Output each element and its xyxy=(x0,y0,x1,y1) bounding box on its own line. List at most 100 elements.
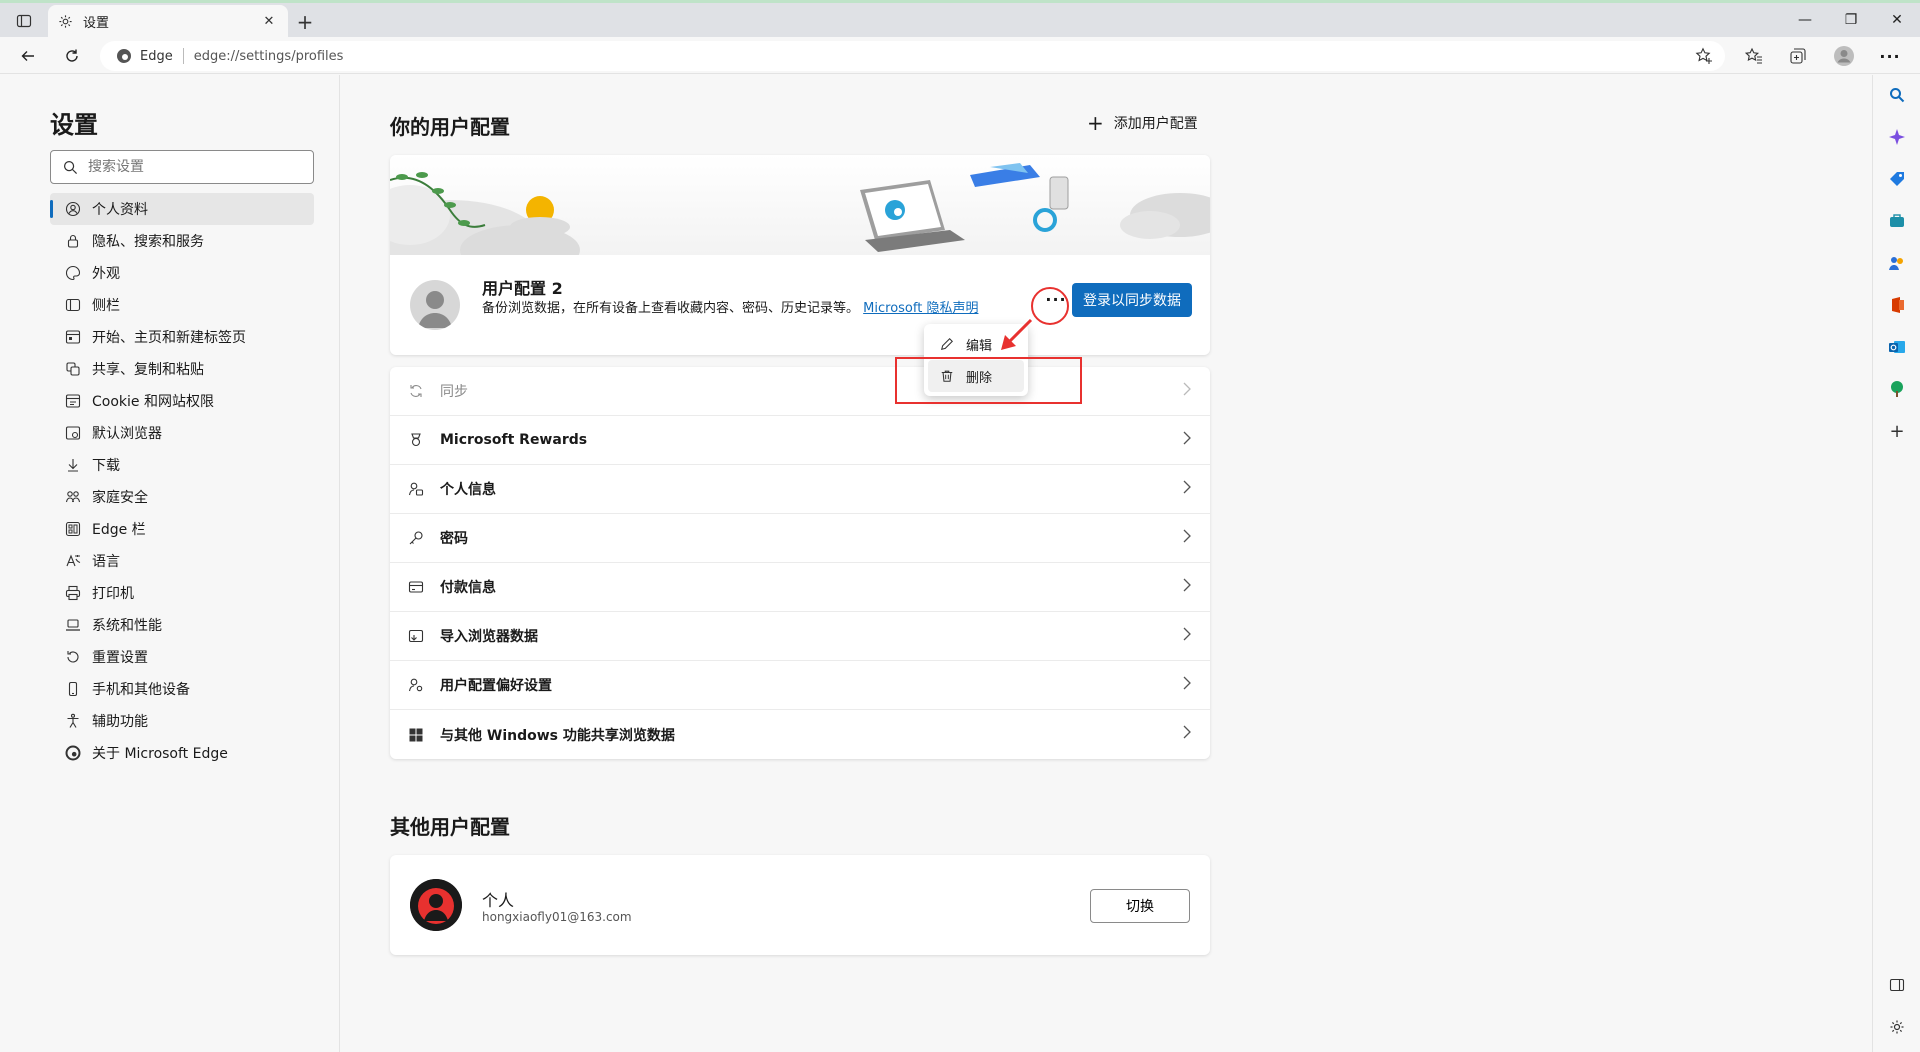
chevron-right-icon xyxy=(1182,676,1192,694)
tab-settings[interactable]: 设置 ✕ xyxy=(48,5,288,37)
sidebar-item-label: Edge 栏 xyxy=(92,522,146,538)
sidebar-settings-gear-icon[interactable] xyxy=(1887,1017,1907,1037)
sidebar-icon xyxy=(64,296,82,314)
settings-list-row[interactable]: 个人信息 xyxy=(390,465,1210,514)
sidebar-item[interactable]: 手机和其他设备 xyxy=(50,673,314,705)
add-favorite-icon[interactable] xyxy=(1695,47,1713,69)
sidebar-search-icon[interactable] xyxy=(1887,85,1907,105)
tree-icon[interactable] xyxy=(1887,379,1907,399)
refresh-icon xyxy=(66,49,78,62)
collections-button[interactable] xyxy=(1784,42,1812,70)
sidebar-item[interactable]: 家庭安全 xyxy=(50,481,314,513)
your-profiles-title: 你的用户配置 xyxy=(390,115,510,139)
profile-icon xyxy=(64,200,82,218)
sidebar-item[interactable]: 辅助功能 xyxy=(50,705,314,737)
sidebar-item[interactable]: 个人资料 xyxy=(50,193,314,225)
settings-row-label: 密码 xyxy=(440,531,468,547)
personal-info-icon xyxy=(406,479,426,499)
settings-more-button[interactable]: ··· xyxy=(1876,42,1904,70)
plus-icon: + xyxy=(1087,111,1104,135)
settings-list-row[interactable]: Microsoft Rewards xyxy=(390,416,1210,465)
sidebar-item-label: 系统和性能 xyxy=(92,618,162,634)
edge-logo-icon xyxy=(64,744,82,762)
accessibility-icon xyxy=(64,712,82,730)
minimize-icon[interactable]: — xyxy=(1782,3,1828,37)
back-button[interactable] xyxy=(14,42,42,70)
url-text: edge://settings/profiles xyxy=(193,48,344,64)
privacy-statement-link[interactable]: Microsoft 隐私声明 xyxy=(863,301,978,316)
home-grid-icon xyxy=(64,328,82,346)
sign-in-sync-button[interactable]: 登录以同步数据 xyxy=(1072,283,1192,317)
sidebar-item[interactable]: Edge 栏 xyxy=(50,513,314,545)
new-tab-button[interactable]: + xyxy=(292,9,318,35)
sidebar-item[interactable]: 开始、主页和新建标签页 xyxy=(50,321,314,353)
family-icon xyxy=(64,488,82,506)
laptop-icon xyxy=(64,616,82,634)
games-people-icon[interactable] xyxy=(1887,253,1907,273)
sidebar-item[interactable]: 下载 xyxy=(50,449,314,481)
card-icon xyxy=(406,577,426,597)
sidebar-item[interactable]: 共享、复制和粘贴 xyxy=(50,353,314,385)
profile-description-text: 备份浏览数据，在所有设备上查看收藏内容、密码、历史记录等。 xyxy=(482,301,860,316)
sidebar-item-label: 语言 xyxy=(92,554,120,570)
sidebar-item[interactable]: 侧栏 xyxy=(50,289,314,321)
settings-list-row[interactable]: 与其他 Windows 功能共享浏览数据 xyxy=(390,710,1210,759)
settings-search-box[interactable] xyxy=(50,150,314,184)
sidebar-item-label: 开始、主页和新建标签页 xyxy=(92,330,246,346)
settings-list-row[interactable]: 密码 xyxy=(390,514,1210,563)
shopping-tag-icon[interactable] xyxy=(1887,169,1907,189)
tab-actions-button[interactable] xyxy=(10,9,38,33)
refresh-button[interactable] xyxy=(58,42,86,70)
sidebar-item[interactable]: 语言 xyxy=(50,545,314,577)
tools-briefcase-icon[interactable] xyxy=(1887,211,1907,231)
palette-icon xyxy=(64,264,82,282)
sidebar-title: 设置 xyxy=(50,111,98,139)
add-profile-button[interactable]: + 添加用户配置 xyxy=(1087,113,1198,133)
search-icon xyxy=(63,160,78,174)
current-profile-card: 用户配置 2 备份浏览数据，在所有设备上查看收藏内容、密码、历史记录等。 Mic… xyxy=(390,155,1210,355)
chevron-right-icon xyxy=(1182,578,1192,596)
office-icon[interactable] xyxy=(1887,295,1907,315)
sidebar-item[interactable]: Cookie 和网站权限 xyxy=(50,385,314,417)
outlook-icon[interactable] xyxy=(1887,337,1907,357)
search-input[interactable] xyxy=(88,159,288,175)
settings-list-row[interactable]: 付款信息 xyxy=(390,563,1210,612)
sidebar-item[interactable]: 系统和性能 xyxy=(50,609,314,641)
sidebar-item[interactable]: 重置设置 xyxy=(50,641,314,673)
hide-sidebar-icon[interactable] xyxy=(1887,975,1907,995)
copilot-icon[interactable] xyxy=(1887,127,1907,147)
add-sidebar-app-icon[interactable]: + xyxy=(1887,421,1907,442)
tab-actions-icon xyxy=(16,14,32,28)
profile-button[interactable] xyxy=(1830,42,1858,70)
sidebar-item[interactable]: 默认浏览器 xyxy=(50,417,314,449)
avatar-icon xyxy=(1834,46,1854,66)
favorites-button[interactable] xyxy=(1740,42,1768,70)
switch-profile-button[interactable]: 切换 xyxy=(1090,889,1190,923)
phone-icon xyxy=(64,680,82,698)
address-bar[interactable]: Edge edge://settings/profiles xyxy=(100,41,1725,71)
key-icon xyxy=(406,528,426,548)
collections-icon xyxy=(1790,48,1806,64)
omnibox-separator xyxy=(182,48,184,64)
profile-settings-list: 同步 Microsoft Rewards 个人信息 密码 付款信息 导入浏览器数据 用户配置… xyxy=(390,367,1210,759)
sidebar-item[interactable]: 关于 Microsoft Edge xyxy=(50,737,314,769)
chevron-right-icon xyxy=(1182,529,1192,547)
sidebar-item[interactable]: 打印机 xyxy=(50,577,314,609)
settings-row-label: Microsoft Rewards xyxy=(440,432,588,448)
chevron-right-icon xyxy=(1182,480,1192,498)
annotation-arrow-icon xyxy=(1001,318,1033,350)
close-window-icon[interactable]: ✕ xyxy=(1874,3,1920,37)
sync-icon xyxy=(406,381,426,401)
tab-strip: 设置 ✕ + — ❐ ✕ xyxy=(0,3,1920,37)
tab-title: 设置 xyxy=(83,15,110,31)
chevron-right-icon xyxy=(1182,627,1192,645)
settings-list-row[interactable]: 用户配置偏好设置 xyxy=(390,661,1210,710)
restore-icon[interactable]: ❐ xyxy=(1828,3,1874,37)
close-tab-icon[interactable]: ✕ xyxy=(260,12,278,30)
sidebar-item[interactable]: 外观 xyxy=(50,257,314,289)
settings-list-row[interactable]: 导入浏览器数据 xyxy=(390,612,1210,661)
sidebar-item-label: 关于 Microsoft Edge xyxy=(92,746,228,762)
sidebar-item[interactable]: 隐私、搜索和服务 xyxy=(50,225,314,257)
browser-toolbar: Edge edge://settings/profiles ··· xyxy=(0,37,1920,74)
sidebar-item-label: 外观 xyxy=(92,266,120,282)
